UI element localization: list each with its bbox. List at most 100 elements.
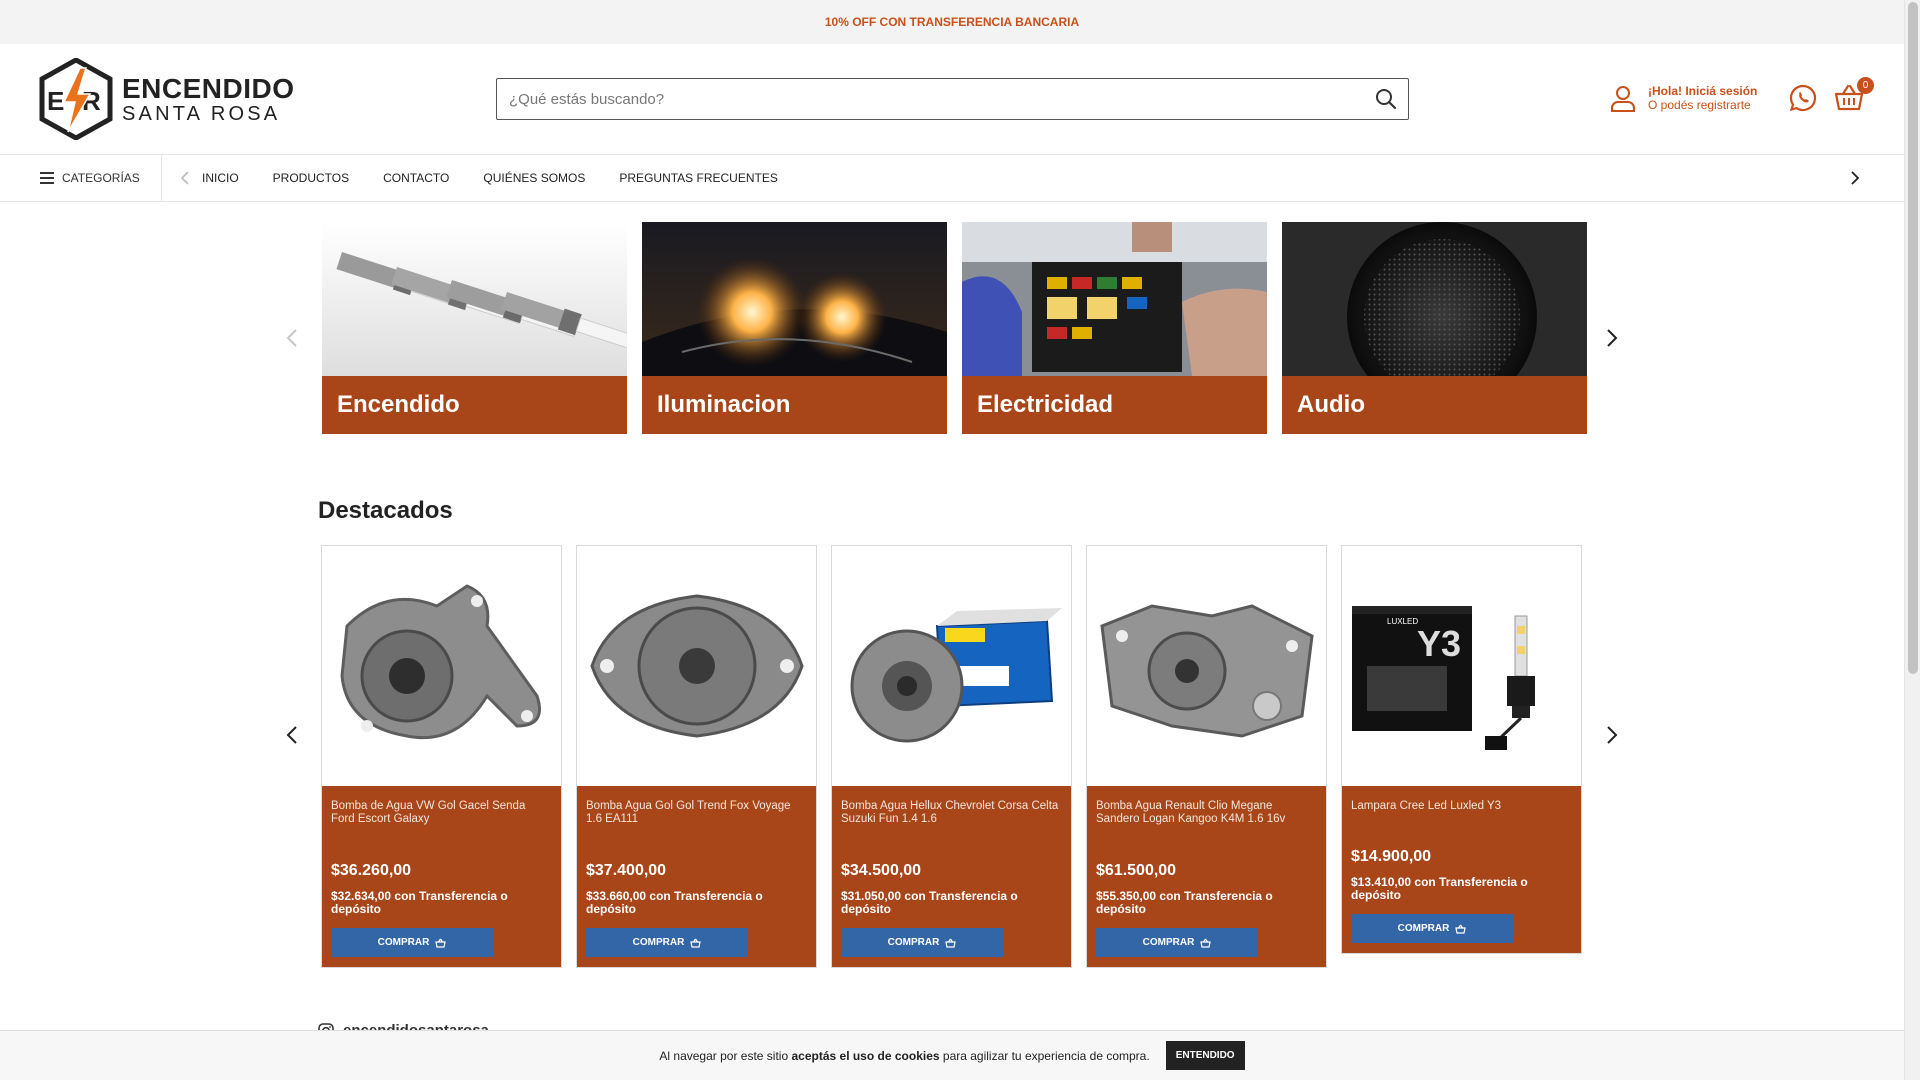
product-transfer-price: $31.050,00 con Transferencia o depósito — [841, 889, 1018, 916]
buy-button-label: COMPRAR — [887, 937, 940, 948]
bolt-er-logo-icon: E R — [39, 58, 113, 140]
buy-button-label: COMPRAR — [377, 937, 430, 948]
categories-next-arrow[interactable] — [1602, 326, 1622, 350]
account-register: O podés registrarte — [1648, 98, 1751, 112]
search-input[interactable] — [497, 79, 1364, 119]
nav-item-contacto[interactable]: CONTACTO — [383, 171, 449, 185]
header: E R ENCENDIDO SANTA ROSA ¿Qué estás busc… — [0, 44, 1904, 155]
nav-item-preguntas-frecuentes[interactable]: PREGUNTAS FRECUENTES — [619, 171, 777, 185]
logo[interactable]: E R ENCENDIDO SANTA ROSA — [38, 58, 302, 140]
basket-icon — [1455, 924, 1467, 934]
product-name[interactable]: Bomba Agua Renault Clio Megane Sandero L… — [1096, 800, 1316, 836]
announcement-bar: 10% OFF CON TRANSFERENCIA BANCARIA — [0, 0, 1904, 44]
buy-button[interactable]: COMPRAR — [1096, 928, 1258, 957]
main-nav: CATEGORÍAS INICIO PRODUCTOS CONTACTO QUI… — [0, 155, 1904, 202]
water-pump-box-image — [850, 608, 1062, 743]
svg-text:LUXLED: LUXLED — [1387, 617, 1418, 626]
account-greeting: ¡Hola! Iniciá sesión — [1648, 84, 1758, 98]
basket-icon — [690, 938, 702, 948]
speaker-image — [1282, 222, 1587, 412]
basket-icon — [945, 938, 957, 948]
featured-next-arrow[interactable] — [1602, 723, 1622, 747]
water-pump-image — [1099, 604, 1314, 738]
scrollbar-thumb[interactable] — [1908, 2, 1918, 674]
whatsapp-icon[interactable] — [1789, 84, 1817, 112]
cookie-text-bold: aceptás el uso de cookies — [791, 1048, 940, 1063]
product-image[interactable]: LUXLED Y3 — [1342, 546, 1581, 786]
category-card[interactable]: Electricidad — [962, 222, 1267, 434]
page-scrollbar[interactable] — [1904, 0, 1920, 1080]
product-card[interactable]: LUXLED Y3 Lampara Cree Led Luxled Y3 $14… — [1341, 545, 1582, 954]
search-bar — [496, 78, 1409, 120]
category-card[interactable]: Audio — [1282, 222, 1587, 434]
buy-button[interactable]: COMPRAR — [841, 928, 1003, 957]
cookie-accept-button[interactable]: ENTENDIDO — [1165, 1041, 1245, 1070]
category-carousel: Encendido Iluminacion Electricidad Audio — [320, 222, 1592, 434]
brand-subname: SANTA ROSA — [122, 102, 281, 125]
product-card[interactable]: Bomba de Agua VW Gol Gacel Senda Ford Es… — [321, 545, 562, 968]
categories-menu-button[interactable]: CATEGORÍAS — [0, 155, 162, 201]
categories-prev-arrow[interactable] — [282, 326, 302, 350]
buy-button-label: COMPRAR — [632, 937, 685, 948]
category-card[interactable]: Iluminacion — [642, 222, 947, 434]
product-image[interactable] — [322, 546, 561, 786]
category-label: Electricidad — [962, 376, 1267, 434]
product-image[interactable] — [1087, 546, 1326, 786]
chevron-right-icon — [1607, 329, 1618, 347]
svg-text:Y3: Y3 — [1417, 623, 1461, 664]
nav-item-productos[interactable]: PRODUCTOS — [273, 171, 349, 185]
water-pump-image — [589, 594, 804, 738]
category-label: Iluminacion — [642, 376, 947, 434]
buy-button[interactable]: COMPRAR — [586, 928, 748, 957]
fuse-box-image — [962, 222, 1267, 376]
product-image[interactable] — [832, 546, 1071, 786]
cookie-text-before: Al navegar por este sitio — [659, 1048, 792, 1063]
headlights-image — [642, 222, 947, 376]
product-price: $36.260,00 — [331, 862, 412, 879]
account-link[interactable]: ¡Hola! Iniciá sesión O podés registrarte — [1610, 84, 1757, 112]
product-price: $61.500,00 — [1096, 862, 1177, 879]
product-transfer-price: $55.350,00 con Transferencia o depósito — [1096, 889, 1273, 916]
product-price: $34.500,00 — [841, 862, 922, 879]
cookie-message: Al navegar por este sitio aceptás el uso… — [659, 1049, 1149, 1063]
cookie-banner: Al navegar por este sitio aceptás el uso… — [0, 1030, 1904, 1080]
buy-button[interactable]: COMPRAR — [331, 928, 493, 957]
cart-count-badge: 0 — [1857, 77, 1874, 94]
nav-item-inicio[interactable]: INICIO — [202, 171, 239, 185]
brand-name: ENCENDIDO — [122, 72, 295, 104]
led-lamp-image: LUXLED Y3 — [1351, 606, 1535, 750]
product-transfer-price: $32.634,00 con Transferencia o depósito — [331, 889, 508, 916]
nav-prev-chevron-icon[interactable] — [180, 171, 190, 185]
featured-prev-arrow[interactable] — [282, 723, 302, 747]
svg-text:E: E — [47, 86, 64, 116]
category-label: Audio — [1282, 376, 1587, 434]
product-name[interactable]: Bomba Agua Gol Gol Trend Fox Voyage 1.6 … — [586, 800, 806, 836]
chevron-right-icon — [1607, 726, 1618, 744]
page: 10% OFF CON TRANSFERENCIA BANCARIA E R E… — [0, 0, 1920, 1080]
buy-button-label: COMPRAR — [1397, 923, 1450, 934]
water-pump-image — [339, 584, 541, 740]
nav-next-chevron-icon[interactable] — [1850, 171, 1860, 185]
product-name[interactable]: Bomba Agua Hellux Chevrolet Corsa Celta … — [841, 800, 1061, 836]
category-card[interactable]: Encendido — [322, 222, 627, 434]
product-card[interactable]: Bomba Agua Hellux Chevrolet Corsa Celta … — [831, 545, 1072, 968]
basket-icon — [1200, 938, 1212, 948]
product-transfer-price: $13.410,00 con Transferencia o depósito — [1351, 875, 1528, 902]
cookie-text-after: para agilizar tu experiencia de compra. — [939, 1048, 1150, 1063]
product-image[interactable] — [577, 546, 816, 786]
product-name[interactable]: Lampara Cree Led Luxled Y3 — [1351, 800, 1571, 822]
product-transfer-price: $33.660,00 con Transferencia o depósito — [586, 889, 763, 916]
category-label: Encendido — [322, 376, 627, 434]
product-card[interactable]: Bomba Agua Renault Clio Megane Sandero L… — [1086, 545, 1327, 968]
announcement-text: 10% OFF CON TRANSFERENCIA BANCARIA — [824, 15, 1080, 29]
spark-plugs-image — [322, 222, 627, 376]
product-card[interactable]: Bomba Agua Gol Gol Trend Fox Voyage 1.6 … — [576, 545, 817, 968]
basket-icon — [435, 938, 447, 948]
search-icon — [1376, 89, 1397, 110]
chevron-left-icon — [286, 726, 297, 744]
featured-title: Destacados — [318, 497, 453, 524]
nav-item-quienes-somos[interactable]: QUIÉNES SOMOS — [483, 171, 585, 185]
buy-button[interactable]: COMPRAR — [1351, 914, 1513, 943]
product-name[interactable]: Bomba de Agua VW Gol Gacel Senda Ford Es… — [331, 800, 551, 836]
search-button[interactable] — [1364, 79, 1408, 119]
